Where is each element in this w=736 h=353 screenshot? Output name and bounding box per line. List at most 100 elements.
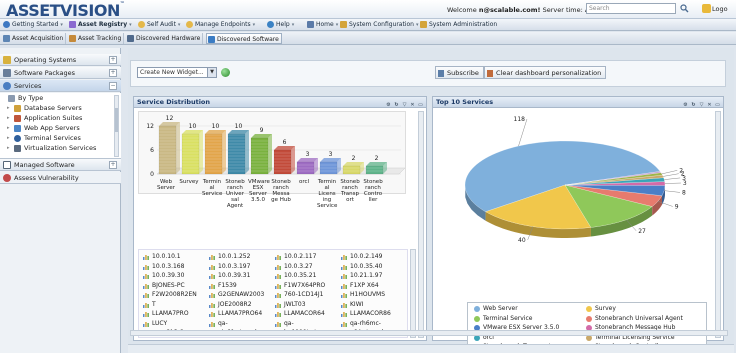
close-icon[interactable]: ▾ bbox=[178, 22, 181, 28]
sidebar-item-services[interactable]: Services − bbox=[0, 80, 121, 92]
tree-scrollbar[interactable] bbox=[114, 95, 119, 157]
search-icon[interactable] bbox=[680, 4, 689, 13]
expand-icon[interactable]: + bbox=[109, 69, 117, 77]
machine-list-scrollbar[interactable] bbox=[410, 249, 416, 338]
settings-icon[interactable]: ⚙ bbox=[682, 102, 689, 109]
sidebar-item-operating-systems[interactable]: Operating Systems + bbox=[0, 54, 121, 66]
toolbar-asset-tracking[interactable]: Asset Tracking bbox=[68, 33, 125, 44]
clear-personalization-button[interactable]: Clear dashboard personalization bbox=[484, 66, 607, 79]
close-icon[interactable]: ▾ bbox=[336, 22, 339, 28]
machine-item[interactable]: 10.0.2.149 bbox=[341, 253, 382, 261]
sidebar-item-assess-vulnerability[interactable]: Assess Vulnerability bbox=[0, 172, 121, 184]
machine-item[interactable]: qa- bbox=[275, 320, 294, 328]
subscribe-button[interactable]: Subscribe bbox=[435, 66, 484, 79]
sidebar-item-software-packages[interactable]: Software Packages + bbox=[0, 67, 121, 79]
machine-item[interactable]: qa- bbox=[209, 320, 228, 328]
legend-item[interactable]: Survey bbox=[586, 305, 616, 313]
tab-help[interactable]: Help ▾ bbox=[267, 20, 294, 30]
machine-item[interactable]: 10.0.39.30 bbox=[143, 272, 184, 280]
machine-item[interactable]: BJONES-PC bbox=[143, 282, 185, 290]
toolbar-discovered-software[interactable]: Discovered Software bbox=[206, 33, 282, 44]
machine-item[interactable]: F1W7X64PRO bbox=[275, 282, 325, 290]
machine-item[interactable]: 760-1CD14J1 bbox=[275, 291, 323, 299]
machine-item[interactable]: LLAMACOR64 bbox=[275, 310, 325, 318]
close-icon[interactable]: ▾ bbox=[292, 22, 295, 28]
dashboard-hscrollbar[interactable] bbox=[130, 330, 728, 336]
close-icon[interactable]: ▾ bbox=[416, 22, 419, 28]
machine-item[interactable]: 10.0.3.197 bbox=[209, 263, 250, 271]
machine-item[interactable]: 10.0.35.21 bbox=[275, 272, 316, 280]
machine-item[interactable]: 10.21.1.97 bbox=[341, 272, 382, 280]
tab-home[interactable]: Home ▾ bbox=[307, 20, 338, 30]
tab-system-configuration[interactable]: System Configuration ▾ bbox=[340, 20, 419, 30]
bar[interactable] bbox=[296, 158, 318, 175]
machine-item[interactable]: LLAMACOR86 bbox=[341, 310, 391, 318]
scrollbar-thumb[interactable] bbox=[115, 108, 118, 132]
close-icon[interactable]: ✕ bbox=[706, 102, 713, 109]
panel-scrollbar[interactable] bbox=[418, 111, 424, 338]
legend-item[interactable]: Stonebranch Universal Agent bbox=[586, 315, 683, 323]
machine-item[interactable]: LUCY bbox=[143, 320, 167, 328]
filter-icon[interactable]: ▽ bbox=[698, 102, 705, 109]
bar[interactable] bbox=[158, 122, 180, 175]
machine-item[interactable]: 10.0.35.40 bbox=[341, 263, 382, 271]
panel-scrollbar[interactable] bbox=[715, 111, 721, 338]
bar[interactable] bbox=[319, 158, 341, 175]
tab-getting-started[interactable]: Getting Started ▾ bbox=[3, 20, 63, 30]
refresh-icon[interactable]: ↻ bbox=[393, 102, 400, 109]
close-icon[interactable]: ▾ bbox=[60, 22, 63, 28]
machine-item[interactable]: H1HOUVMS bbox=[341, 291, 385, 299]
tab-manage-endpoints[interactable]: Manage Endpoints ▾ bbox=[186, 20, 255, 30]
machine-item[interactable]: T bbox=[143, 301, 156, 309]
machine-item[interactable]: 10.0.39.31 bbox=[209, 272, 250, 280]
bar[interactable] bbox=[365, 162, 387, 175]
chevron-down-icon[interactable]: ▼ bbox=[207, 68, 216, 77]
maximize-icon[interactable]: ▭ bbox=[714, 102, 721, 109]
sidebar-item-managed-software[interactable]: Managed Software + bbox=[0, 159, 121, 171]
maximize-icon[interactable]: ▭ bbox=[417, 102, 424, 109]
tree-item-virtualization-services[interactable]: ▸ Virtualization Services bbox=[7, 144, 96, 153]
refresh-icon[interactable]: ↻ bbox=[690, 102, 697, 109]
bar[interactable] bbox=[342, 162, 364, 175]
legend-item[interactable]: Terminal Service bbox=[474, 315, 532, 323]
machine-item[interactable]: 10.0.3.27 bbox=[275, 263, 313, 271]
bar[interactable] bbox=[227, 130, 249, 175]
bar[interactable] bbox=[204, 130, 226, 175]
tree-item-database-servers[interactable]: ▸ Database Servers bbox=[7, 104, 82, 113]
filter-icon[interactable]: ▽ bbox=[401, 102, 408, 109]
machine-item[interactable]: 10.0.1.252 bbox=[209, 253, 250, 261]
machine-item[interactable]: LLAMA7PRO bbox=[143, 310, 189, 318]
close-icon[interactable]: ✕ bbox=[409, 102, 416, 109]
tree-item-web-app-servers[interactable]: ▸ Web App Servers bbox=[7, 124, 80, 133]
tree-item-terminal-services[interactable]: ▸ Terminal Services bbox=[7, 134, 81, 143]
tab-system-administration[interactable]: System Administration bbox=[420, 20, 497, 30]
machine-item[interactable]: LLAMA7PRO64 bbox=[209, 310, 262, 318]
tree-item-by-type[interactable]: By Type bbox=[8, 94, 43, 103]
expand-icon[interactable]: + bbox=[109, 56, 117, 64]
machine-item[interactable]: 10.0.10.1 bbox=[143, 253, 181, 261]
toolbar-discovered-hardware[interactable]: Discovered Hardware bbox=[126, 33, 204, 44]
collapse-icon[interactable]: − bbox=[109, 82, 117, 90]
search-input[interactable]: Search bbox=[586, 3, 676, 14]
bar[interactable] bbox=[273, 146, 295, 175]
machine-item[interactable]: G2GENAW2003 bbox=[209, 291, 264, 299]
tab-asset-registry[interactable]: Asset Registry ▾ bbox=[69, 20, 132, 30]
tab-self-audit[interactable]: Self Audit ▾ bbox=[138, 20, 180, 30]
machine-item[interactable]: F2W2008R2EN bbox=[143, 291, 197, 299]
go-icon[interactable] bbox=[221, 68, 230, 77]
bar[interactable] bbox=[250, 134, 272, 175]
machine-item[interactable]: KIWI bbox=[341, 301, 363, 309]
expand-icon[interactable]: + bbox=[109, 161, 117, 169]
machine-item[interactable]: F1539 bbox=[209, 282, 237, 290]
machine-item[interactable]: 10.0.3.168 bbox=[143, 263, 184, 271]
machine-item[interactable]: JOE2008R2 bbox=[209, 301, 252, 309]
machine-item[interactable]: JWLT03 bbox=[275, 301, 306, 309]
close-icon[interactable]: ▾ bbox=[253, 22, 256, 28]
toolbar-asset-acquisition[interactable]: Asset Acquisition bbox=[2, 33, 67, 44]
widget-select[interactable]: Create New Widget... ▼ bbox=[137, 67, 217, 78]
machine-item[interactable]: 10.0.2.117 bbox=[275, 253, 316, 261]
logout-link[interactable]: Logo bbox=[712, 5, 728, 13]
legend-item[interactable]: Web Server bbox=[474, 305, 518, 313]
machine-item[interactable]: qa-rh6mc- bbox=[341, 320, 381, 328]
close-icon[interactable]: ▾ bbox=[129, 22, 132, 28]
